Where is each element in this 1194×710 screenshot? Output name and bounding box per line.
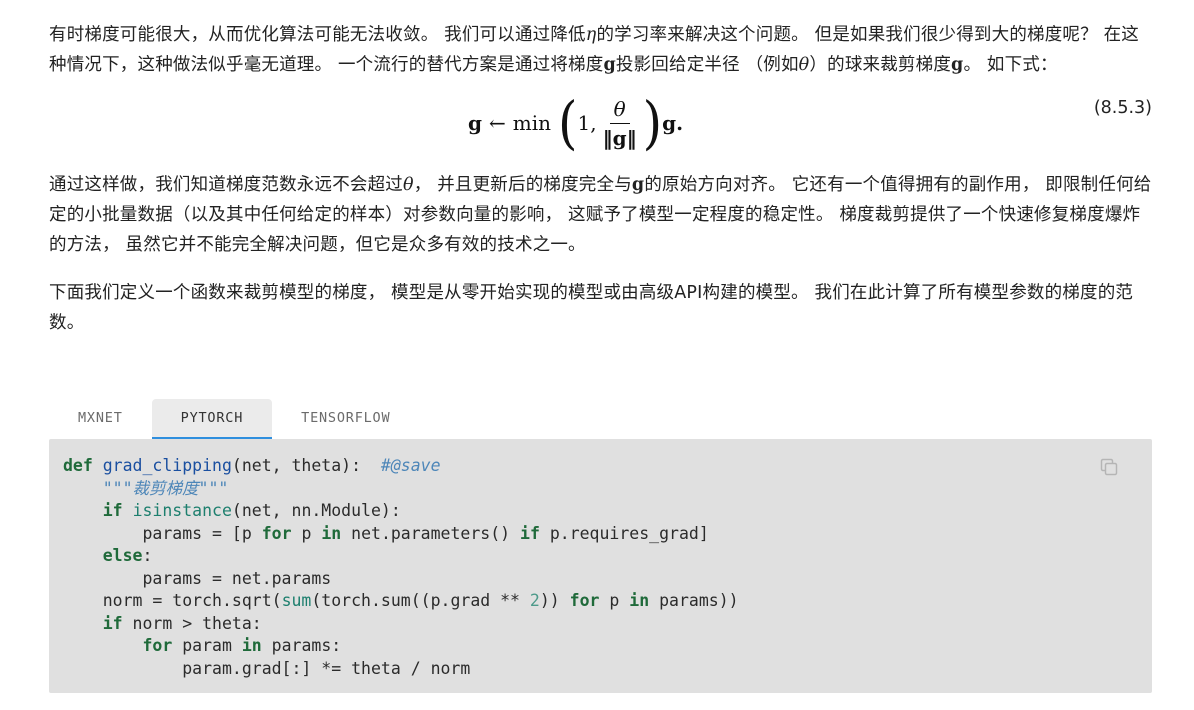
text-span: ， 并且更新后的梯度完全与 [413,175,632,195]
code-token: : [142,546,153,565]
math-g: g [603,55,616,75]
code-token: p [291,523,322,543]
code-text: def grad_clipping(net, theta): #@save ""… [63,455,739,680]
text-span: 有时梯度可能很大，从而优化算法可能无法收敛。 我们可以通过降低 [49,25,586,45]
eq-rhs-g: g. [662,111,684,135]
eq-one: 1, [577,111,597,135]
code-token: params = net.params [142,568,332,588]
code-token: def [63,456,93,475]
eq-fraction: θ ‖g‖ [599,97,641,150]
math-eta: η [585,25,597,45]
code-token: grad_clipping [102,456,232,475]
code-token: if [520,523,540,543]
text-span: ）的球来裁剪梯度 [809,55,952,75]
code-token: in [629,591,650,610]
code-token: for [142,636,173,655]
paragraph-1: 有时梯度可能很大，从而优化算法可能无法收敛。 我们可以通过降低η的学习率来解决这… [49,20,1152,80]
code-token: in [321,523,342,543]
tab-tensorflow[interactable]: TENSORFLOW [272,399,419,439]
paragraph-2: 通过这样做，我们知道梯度范数永远不会超过θ， 并且更新后的梯度完全与g的原始方向… [49,170,1152,260]
code-token: for [569,591,600,610]
code-token: in [241,636,262,655]
copy-icon [1100,458,1118,476]
equation-number: (8.5.3) [1093,98,1152,118]
math-g: g [631,175,645,195]
code-token: for [261,523,292,543]
code-token: norm = torch.sqrt( [102,591,282,610]
paragraph-3: 下面我们定义一个函数来裁剪模型的梯度， 模型是从零开始实现的模型或由高级API构… [49,283,1134,333]
text-span: 。 如下式： [963,55,1058,75]
code-token: params: [261,636,342,655]
code-token: norm > theta: [122,613,262,633]
eq-arrow: ← [488,111,506,135]
code-token: p [599,591,630,610]
article-content: 有时梯度可能很大，从而优化算法可能无法收敛。 我们可以通过降低η的学习率来解决这… [49,20,1152,338]
math-g: g [951,55,964,75]
eq-numerator: θ [609,97,630,124]
code-comment: #@save [380,456,441,475]
code-token: )) [539,591,570,610]
code-token: params)) [649,591,739,610]
code-block: def grad_clipping(net, theta): #@save ""… [49,439,1152,693]
code-token: param [172,636,242,655]
code-token: isinstance [132,501,232,520]
equation-body: g ← min ( 1, θ ‖g‖ ) g. [468,88,683,158]
code-token: (torch.sum((p.grad ** [311,591,530,610]
code-token: 2 [529,591,540,610]
code-token: (net, theta): [231,456,362,475]
code-token: p.requires_grad] [539,523,709,543]
code-token: if [102,613,123,633]
tab-mxnet[interactable]: MXNET [49,399,152,439]
code-token: param.grad[:] *= theta / norm [182,658,471,678]
code-token: else [102,546,143,565]
text-span: 投影回给定半径 （例如 [615,55,799,75]
eq-denominator: ‖g‖ [602,125,637,150]
code-token: if [102,501,123,520]
code-token: params = [p [142,523,262,543]
math-theta: θ [403,175,414,195]
eq-min: min [512,111,551,135]
code-token: sum [281,591,312,610]
math-theta: θ [798,55,810,75]
text-span: 通过这样做，我们知道梯度范数永远不会超过 [49,175,403,195]
display-equation: g ← min ( 1, θ ‖g‖ ) g. (8.5.3) [49,88,1152,158]
code-token: (net, nn.Module): [231,501,401,520]
eq-right-paren: ) [642,89,663,157]
tab-pytorch[interactable]: PYTORCH [151,399,273,440]
copy-button[interactable] [1099,457,1119,477]
eq-lhs-g: g [468,111,482,135]
code-docstring: """裁剪梯度""" [102,478,229,498]
eq-left-paren: ( [558,89,578,157]
framework-tabs: MXNET PYTORCH TENSORFLOW [49,399,419,440]
code-token: net.parameters() [341,523,521,543]
